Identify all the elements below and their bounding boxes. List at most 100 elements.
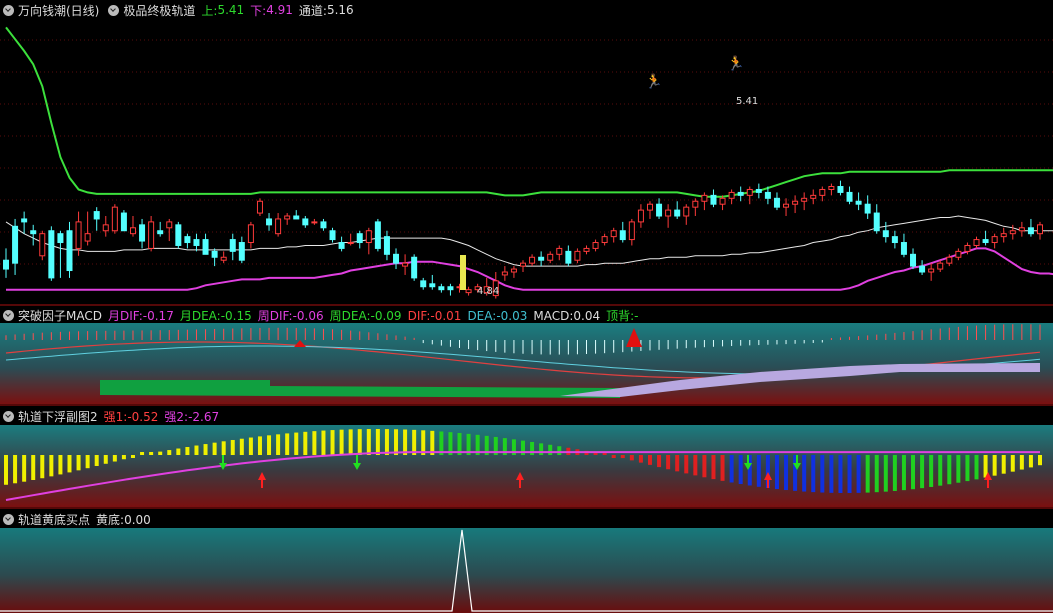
candle-body	[320, 221, 327, 229]
float-bar	[285, 433, 290, 455]
candle-body	[619, 230, 626, 241]
candle-body	[873, 212, 880, 232]
collapse-icon[interactable]	[3, 4, 14, 16]
float-bar	[920, 455, 925, 489]
candle-body	[275, 218, 282, 235]
float-bar	[31, 455, 36, 481]
candle-body	[229, 239, 236, 252]
candle-body	[783, 203, 790, 208]
candle-body	[266, 218, 273, 226]
candle-body	[411, 256, 418, 279]
macd-item-value: -0.03	[496, 308, 528, 323]
float-bar	[121, 455, 126, 460]
float-bar	[965, 455, 970, 482]
collapse-icon[interactable]	[108, 4, 120, 16]
channel-value: 5.16	[326, 3, 354, 17]
candle-body	[48, 230, 55, 279]
candle-body	[374, 221, 381, 249]
float-bar	[375, 429, 380, 455]
yellow-bottom-panel-header: 轨道黄底买点 黄底:0.00	[0, 510, 1053, 528]
candle-body	[538, 256, 545, 261]
candle-body	[447, 286, 454, 291]
float-bar	[611, 455, 616, 458]
float-bar	[666, 455, 671, 470]
candle-body	[755, 188, 762, 193]
float-bar	[357, 429, 362, 455]
macd-panel-header: 突破因子MACD 月DIF:-0.17 月DEA:-0.15 周DIF:-0.06 周…	[0, 306, 1053, 324]
candle-body	[773, 197, 780, 208]
float-bar	[130, 455, 135, 458]
candle-body	[547, 253, 554, 261]
candle-body	[719, 197, 726, 205]
float-bar	[203, 444, 208, 455]
float-bar	[248, 437, 253, 455]
candle-body	[928, 268, 935, 273]
candle-body	[193, 239, 200, 246]
float-bar	[384, 429, 389, 455]
float-bar	[276, 434, 281, 455]
collapse-icon[interactable]	[3, 513, 14, 525]
candle-body	[220, 256, 227, 261]
float-bar	[22, 455, 27, 482]
float-bar	[802, 455, 807, 492]
float-bar	[94, 455, 99, 467]
float-bar	[176, 448, 181, 455]
macd-item-value: -0.09	[370, 308, 402, 323]
macd-item-value: 0.04	[573, 308, 601, 323]
float-bar	[539, 443, 544, 455]
float-bar	[1038, 455, 1042, 466]
collapse-icon[interactable]	[3, 309, 14, 321]
float-bar	[729, 455, 734, 483]
float-bar	[883, 455, 888, 492]
candle-body	[828, 186, 835, 190]
candle-body	[129, 227, 136, 235]
candle-body	[710, 194, 717, 205]
collapse-icon[interactable]	[3, 410, 14, 422]
up-value: 5.41	[217, 3, 245, 17]
macd-item-label: 月DEA:	[179, 308, 221, 323]
macd-item-label: 周DEA:	[329, 308, 371, 323]
main-price-panel: 5.41 4.84 🏃 🏃	[0, 18, 1053, 305]
float-bar	[58, 455, 63, 475]
float-panel-header: 轨道下浮副图2 强1:-0.52 强2:-2.67	[0, 407, 1053, 425]
candle-body	[311, 221, 318, 224]
macd-title: 突破因子MACD	[18, 308, 102, 323]
candle-body	[592, 242, 599, 249]
float-bar	[874, 455, 879, 493]
macd-item-label: 顶背:	[606, 308, 635, 323]
runner-icon: 🏃	[645, 73, 662, 90]
candle-body	[792, 200, 799, 205]
candle-body	[737, 191, 744, 196]
candle-body	[801, 197, 808, 202]
float-bar	[947, 455, 952, 485]
float-bar	[938, 455, 943, 486]
float-bar	[756, 455, 761, 487]
float-bar	[394, 429, 399, 455]
candle-body	[846, 191, 853, 202]
candle-body	[946, 256, 953, 264]
macd-item-value: -	[634, 308, 639, 323]
candle-body	[256, 200, 263, 214]
candle-body	[764, 191, 771, 199]
candle-body	[656, 203, 663, 217]
float-panel	[0, 425, 1053, 507]
candle-body	[30, 230, 37, 235]
float-item-value: -0.52	[127, 409, 159, 424]
candle-body	[184, 236, 191, 244]
candle-body	[148, 221, 155, 249]
candle-body	[1000, 233, 1007, 238]
float-bar	[49, 455, 54, 477]
candle-body	[111, 206, 118, 232]
candle-body	[746, 188, 753, 196]
float-bar	[40, 455, 45, 479]
float-bar	[548, 444, 553, 455]
float-bar	[4, 455, 8, 485]
candle-body	[964, 244, 971, 252]
float-bar	[230, 439, 235, 455]
float-bar	[647, 455, 652, 465]
high-annotation: 5.41	[736, 96, 758, 107]
candle-body	[910, 253, 917, 267]
candle-body	[510, 268, 517, 273]
candle-body	[665, 209, 672, 217]
candle-body	[157, 230, 164, 235]
